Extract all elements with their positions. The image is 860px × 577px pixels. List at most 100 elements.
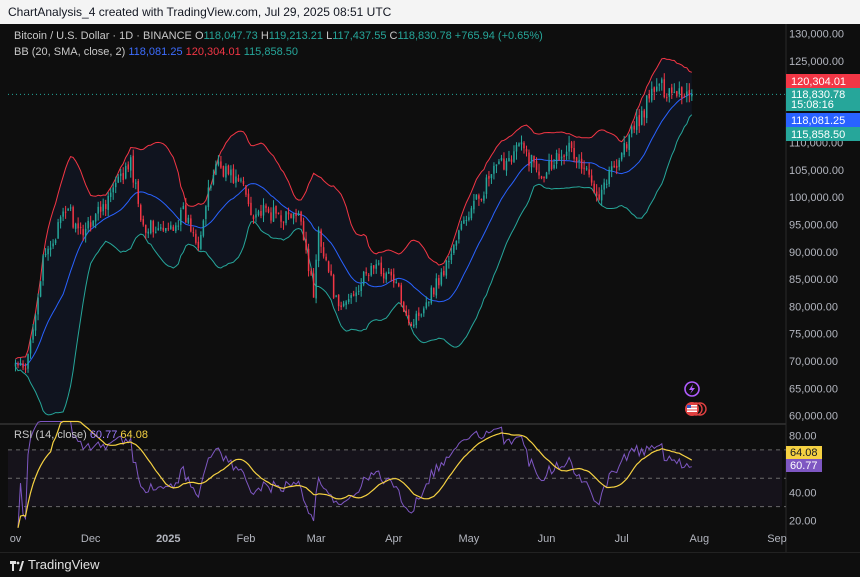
- candle-body: [205, 206, 207, 220]
- candle-body: [533, 156, 535, 163]
- candle-body: [395, 282, 398, 284]
- candle-body: [503, 158, 505, 170]
- candle-body: [605, 183, 608, 185]
- candle-body: [375, 264, 377, 269]
- candle-body: [257, 211, 260, 215]
- candle[interactable]: [400, 282, 403, 307]
- candle-body: [650, 88, 653, 101]
- time-tick-label: Aug: [690, 533, 710, 545]
- candle-body: [142, 219, 145, 225]
- chart-window: ChartAnalysis_4 created with TradingView…: [0, 0, 860, 577]
- candle[interactable]: [315, 254, 317, 304]
- candle-body: [225, 166, 227, 178]
- candle-body: [458, 230, 460, 240]
- candle-body: [620, 153, 623, 160]
- candle[interactable]: [140, 203, 142, 222]
- candle[interactable]: [362, 270, 365, 287]
- candle-body: [104, 204, 107, 209]
- candle-body: [337, 294, 340, 307]
- candle[interactable]: [327, 260, 330, 274]
- candle[interactable]: [222, 165, 225, 178]
- candle[interactable]: [475, 194, 478, 200]
- time-tick-label: Mar: [307, 533, 326, 545]
- candle-body: [312, 273, 315, 298]
- candle-body: [62, 211, 64, 217]
- candle-body: [347, 299, 350, 303]
- candle[interactable]: [332, 273, 335, 299]
- candle-body: [140, 205, 142, 221]
- candle-body: [287, 212, 290, 215]
- candle-body: [34, 315, 37, 331]
- candle-body: [52, 243, 54, 247]
- candle-body: [490, 174, 493, 179]
- candle[interactable]: [545, 171, 548, 179]
- candle-body: [187, 217, 190, 224]
- candle[interactable]: [430, 285, 433, 305]
- candle-body: [59, 217, 62, 223]
- candle-body: [463, 220, 465, 224]
- rsi-tick-label: 40.00: [789, 487, 817, 499]
- price-tick-label: 80,000.00: [789, 301, 838, 313]
- candle-body: [230, 169, 232, 176]
- candle[interactable]: [137, 178, 140, 208]
- candle-body: [550, 161, 553, 170]
- candle[interactable]: [39, 281, 42, 298]
- candle-body: [145, 224, 147, 233]
- candle-body: [505, 160, 508, 171]
- bb-label[interactable]: BB (20, SMA, close, 2): [14, 46, 125, 58]
- candle[interactable]: [72, 205, 74, 229]
- candle-body: [315, 259, 317, 299]
- candle-body: [613, 165, 615, 168]
- candle-body: [455, 240, 458, 246]
- candle-body: [167, 228, 170, 230]
- candle-body: [222, 166, 225, 177]
- rsi-tick-label: 20.00: [789, 516, 817, 528]
- candle-body: [37, 297, 39, 315]
- candle-body: [119, 173, 122, 176]
- candle-body: [666, 97, 668, 99]
- candle[interactable]: [290, 213, 292, 219]
- candle-body: [405, 310, 408, 316]
- rsi-label[interactable]: RSI (14, close): [14, 429, 87, 441]
- candle-body: [483, 195, 485, 201]
- time-tick-label: 2025: [156, 533, 180, 545]
- symbol-name[interactable]: Bitcoin / U.S. Dollar · 1D · BINANCE: [14, 30, 192, 42]
- candle-body: [242, 180, 245, 185]
- candle-body: [385, 273, 387, 280]
- candle-body: [172, 226, 175, 231]
- candle-body: [540, 176, 543, 179]
- price-label-basis-text: 118,081.25: [791, 115, 845, 127]
- candle-body: [593, 183, 595, 193]
- price-tick-label: 95,000.00: [789, 220, 838, 232]
- candle[interactable]: [403, 300, 405, 313]
- rsi-value-label-text: 64.08: [790, 447, 818, 459]
- bb-lower-value: 115,858.50: [243, 46, 299, 58]
- candle-body: [42, 255, 44, 281]
- candle-body: [468, 217, 470, 220]
- candle-body: [423, 308, 425, 314]
- candle-body: [580, 158, 583, 169]
- candle-body: [282, 221, 285, 223]
- candle-body: [160, 227, 162, 229]
- candle-body: [155, 231, 157, 233]
- candle-body: [408, 315, 410, 323]
- candle-body: [691, 94, 693, 97]
- candle[interactable]: [227, 164, 230, 176]
- chart-canvas[interactable]: 80.0040.0020.0064.0860.77 130,000.00125,…: [0, 24, 860, 552]
- candle-body: [418, 312, 420, 316]
- candle-body: [425, 302, 428, 308]
- candle-body: [575, 157, 578, 162]
- candle-body: [628, 135, 630, 150]
- candle-body: [508, 158, 510, 162]
- candle-body: [676, 91, 678, 96]
- low-value: 117,437.55: [332, 30, 387, 42]
- candle[interactable]: [202, 219, 205, 238]
- price-tick-label: 65,000.00: [789, 383, 838, 395]
- candle-body: [215, 164, 217, 175]
- candle[interactable]: [150, 219, 152, 235]
- candle-body: [485, 177, 488, 195]
- time-tick-label: Sep: [767, 533, 787, 545]
- candle-body: [84, 228, 87, 237]
- candle-body: [372, 265, 375, 269]
- time-tick-label: Dec: [81, 533, 101, 545]
